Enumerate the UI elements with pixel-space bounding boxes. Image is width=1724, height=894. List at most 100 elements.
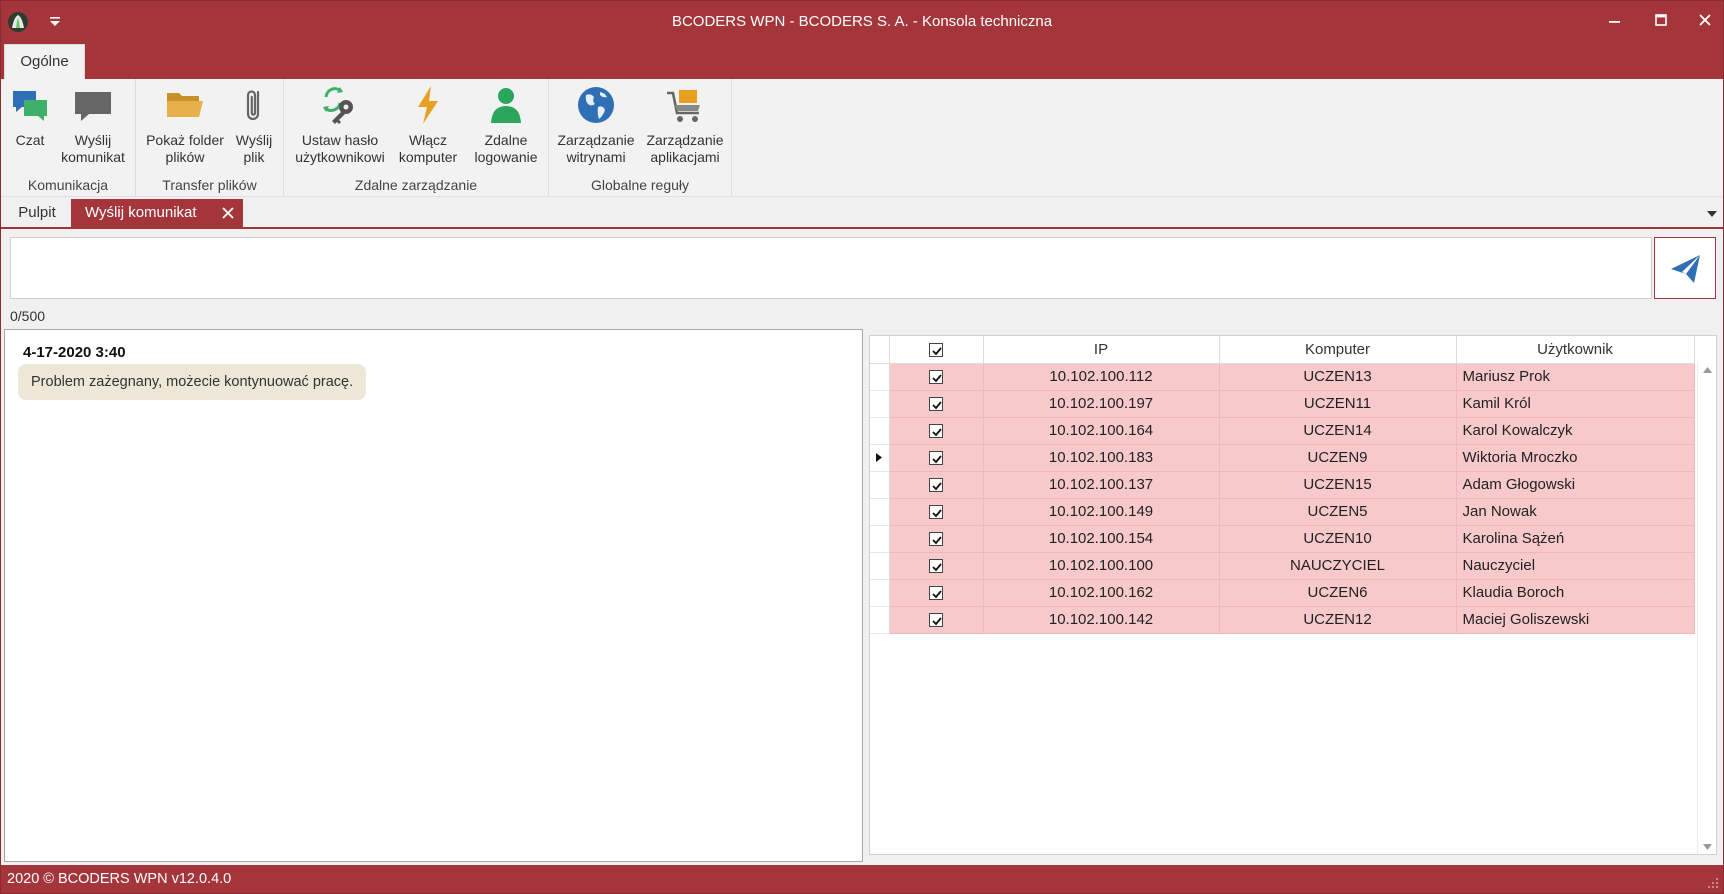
user-cell[interactable]: Jan Nowak <box>1456 498 1695 526</box>
computer-cell[interactable]: UCZEN10 <box>1219 525 1457 553</box>
ip-cell[interactable]: 10.102.100.137 <box>983 471 1220 499</box>
user-cell[interactable]: Adam Głogowski <box>1456 471 1695 499</box>
user-cell[interactable]: Karol Kowalczyk <box>1456 417 1695 445</box>
computer-cell[interactable]: UCZEN12 <box>1219 606 1457 634</box>
ip-cell[interactable]: 10.102.100.197 <box>983 390 1220 418</box>
minimize-button[interactable] <box>1595 7 1635 35</box>
row-select-cell[interactable] <box>889 606 984 634</box>
user-cell[interactable]: Klaudia Boroch <box>1456 579 1695 607</box>
manage-websites-button[interactable]: Zarządzanie witrynami <box>554 83 638 166</box>
computer-cell[interactable]: NAUCZYCIEL <box>1219 552 1457 580</box>
set-user-password-button[interactable]: Ustaw hasło użytkownikowi <box>289 83 391 166</box>
send-button[interactable] <box>1654 237 1716 299</box>
computer-cell[interactable]: UCZEN11 <box>1219 390 1457 418</box>
select-all-header[interactable] <box>889 336 984 364</box>
tab-send-message[interactable]: Wyślij komunikat <box>71 199 243 227</box>
row-indicator[interactable] <box>870 498 890 526</box>
manage-applications-label: Zarządzanie aplikacjami <box>646 132 724 165</box>
row-select-cell[interactable] <box>889 390 984 418</box>
row-indicator[interactable] <box>870 552 890 580</box>
vertical-scrollbar[interactable] <box>1697 363 1716 854</box>
ip-cell[interactable]: 10.102.100.183 <box>983 444 1220 472</box>
ip-cell[interactable]: 10.102.100.164 <box>983 417 1220 445</box>
wake-computer-button[interactable]: Włącz komputer <box>394 83 462 166</box>
column-header-computer[interactable]: Komputer <box>1219 336 1457 364</box>
row-indicator[interactable] <box>870 579 890 607</box>
row-indicator[interactable] <box>870 471 890 499</box>
close-tab-icon[interactable] <box>221 206 235 220</box>
row-indicator[interactable] <box>870 390 890 418</box>
row-indicator[interactable] <box>870 417 890 445</box>
computer-cell[interactable]: UCZEN6 <box>1219 579 1457 607</box>
table-row[interactable]: 10.102.100.162 UCZEN6 Klaudia Boroch <box>870 579 1695 607</box>
chat-button[interactable]: Czat <box>4 83 56 149</box>
user-cell[interactable]: Nauczyciel <box>1456 552 1695 580</box>
scroll-up-icon[interactable] <box>1703 367 1712 373</box>
table-row[interactable]: 10.102.100.100 NAUCZYCIEL Nauczyciel <box>870 552 1695 580</box>
row-select-cell[interactable] <box>889 498 984 526</box>
row-indicator[interactable] <box>870 606 890 634</box>
scroll-down-icon[interactable] <box>1703 844 1712 850</box>
ip-cell[interactable]: 10.102.100.100 <box>983 552 1220 580</box>
row-checkbox[interactable] <box>929 424 943 439</box>
row-select-cell[interactable] <box>889 417 984 445</box>
row-select-cell[interactable] <box>889 579 984 607</box>
user-cell[interactable]: Kamil Król <box>1456 390 1695 418</box>
row-checkbox[interactable] <box>929 370 943 385</box>
ribbon-tab-general[interactable]: Ogólne <box>4 44 85 80</box>
row-checkbox[interactable] <box>929 559 943 574</box>
row-select-cell[interactable] <box>889 471 984 499</box>
ip-cell[interactable]: 10.102.100.112 <box>983 363 1220 391</box>
row-select-cell[interactable] <box>889 444 984 472</box>
row-indicator[interactable] <box>870 525 890 553</box>
show-files-folder-button[interactable]: Pokaż folder plików <box>142 83 228 166</box>
message-input[interactable] <box>10 237 1652 299</box>
user-cell[interactable]: Karolina Sążeń <box>1456 525 1695 553</box>
computer-cell[interactable]: UCZEN13 <box>1219 363 1457 391</box>
computer-cell[interactable]: UCZEN15 <box>1219 471 1457 499</box>
user-cell[interactable]: Wiktoria Mroczko <box>1456 444 1695 472</box>
row-select-cell[interactable] <box>889 363 984 391</box>
remote-login-button[interactable]: Zdalne logowanie <box>470 83 542 166</box>
table-row[interactable]: 10.102.100.149 UCZEN5 Jan Nowak <box>870 498 1695 526</box>
table-row[interactable]: 10.102.100.142 UCZEN12 Maciej Goliszewski <box>870 606 1695 634</box>
column-header-ip[interactable]: IP <box>983 336 1220 364</box>
checkmark-icon <box>932 509 942 518</box>
row-checkbox[interactable] <box>929 478 943 493</box>
table-row[interactable]: 10.102.100.164 UCZEN14 Karol Kowalczyk <box>870 417 1695 445</box>
send-file-button[interactable]: Wyślij plik <box>230 83 278 166</box>
send-message-ribbon-button[interactable]: Wyślij komunikat <box>54 83 132 166</box>
row-select-cell[interactable] <box>889 525 984 553</box>
close-window-button[interactable] <box>1685 7 1724 35</box>
computer-cell[interactable]: UCZEN5 <box>1219 498 1457 526</box>
ip-cell[interactable]: 10.102.100.162 <box>983 579 1220 607</box>
row-checkbox[interactable] <box>929 397 943 412</box>
computer-cell[interactable]: UCZEN14 <box>1219 417 1457 445</box>
table-row[interactable]: 10.102.100.137 UCZEN15 Adam Głogowski <box>870 471 1695 499</box>
maximize-button[interactable] <box>1641 7 1681 35</box>
table-row[interactable]: 10.102.100.183 UCZEN9 Wiktoria Mroczko <box>870 444 1695 472</box>
resize-grip-icon[interactable] <box>1707 877 1719 889</box>
row-checkbox[interactable] <box>929 613 943 628</box>
table-row[interactable]: 10.102.100.197 UCZEN11 Kamil Król <box>870 390 1695 418</box>
row-checkbox[interactable] <box>929 586 943 601</box>
row-checkbox[interactable] <box>929 532 943 547</box>
ip-cell[interactable]: 10.102.100.149 <box>983 498 1220 526</box>
row-checkbox[interactable] <box>929 505 943 520</box>
table-row[interactable]: 10.102.100.154 UCZEN10 Karolina Sążeń <box>870 525 1695 553</box>
computer-cell[interactable]: UCZEN9 <box>1219 444 1457 472</box>
row-indicator[interactable] <box>870 363 890 391</box>
select-all-checkbox[interactable] <box>929 342 943 357</box>
ip-cell[interactable]: 10.102.100.142 <box>983 606 1220 634</box>
ip-cell[interactable]: 10.102.100.154 <box>983 525 1220 553</box>
manage-applications-button[interactable]: Zarządzanie aplikacjami <box>642 83 728 166</box>
table-row[interactable]: 10.102.100.112 UCZEN13 Mariusz Prok <box>870 363 1695 391</box>
tab-desktop[interactable]: Pulpit <box>7 199 67 227</box>
user-cell[interactable]: Mariusz Prok <box>1456 363 1695 391</box>
tabs-overflow-dropdown-icon[interactable] <box>1707 210 1717 218</box>
column-header-user[interactable]: Użytkownik <box>1456 336 1695 364</box>
row-checkbox[interactable] <box>929 451 943 466</box>
user-cell[interactable]: Maciej Goliszewski <box>1456 606 1695 634</box>
row-select-cell[interactable] <box>889 552 984 580</box>
row-indicator[interactable] <box>870 444 890 472</box>
